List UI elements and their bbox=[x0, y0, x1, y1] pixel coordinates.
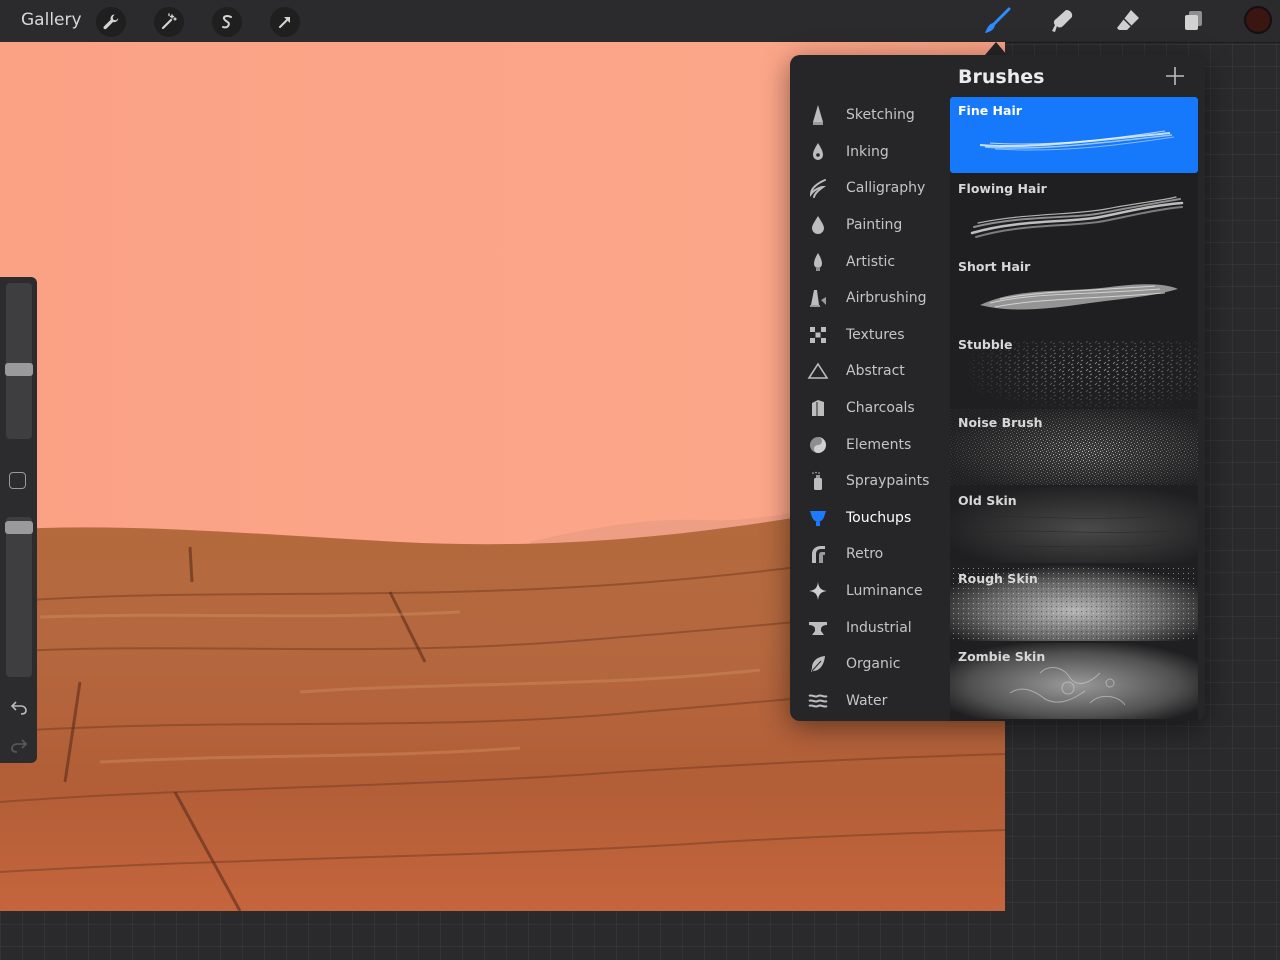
brush-item-old-skin[interactable]: Old Skin bbox=[950, 487, 1198, 563]
checker-texture-icon bbox=[806, 323, 830, 347]
library-item-artistic[interactable]: Artistic bbox=[790, 243, 950, 280]
brushes-panel: Brushes Sketching Inking Calligraphy Pai… bbox=[790, 55, 1205, 721]
add-brush-icon[interactable] bbox=[1164, 65, 1186, 87]
brush-item-zombie-skin[interactable]: Zombie Skin bbox=[950, 643, 1198, 719]
gallery-button[interactable]: Gallery bbox=[21, 10, 82, 30]
library-item-abstract[interactable]: Abstract bbox=[790, 353, 950, 390]
opacity-slider[interactable] bbox=[6, 517, 32, 677]
brush-library-list: Sketching Inking Calligraphy Painting Ar… bbox=[790, 97, 950, 719]
library-item-industrial[interactable]: Industrial bbox=[790, 609, 950, 646]
library-item-painting[interactable]: Painting bbox=[790, 207, 950, 244]
redo-icon[interactable] bbox=[8, 735, 30, 755]
ink-drop-icon bbox=[806, 140, 830, 164]
waves-icon bbox=[806, 689, 830, 713]
brush-icon[interactable] bbox=[980, 5, 1014, 37]
charcoal-icon bbox=[806, 396, 830, 420]
transform-arrow-icon[interactable] bbox=[270, 7, 300, 37]
wrench-icon[interactable] bbox=[96, 7, 126, 37]
pencil-tip-icon bbox=[806, 103, 830, 127]
paint-drop-icon bbox=[806, 213, 830, 237]
panel-pointer bbox=[985, 42, 1007, 55]
calligraphy-stroke-icon bbox=[806, 176, 830, 200]
library-item-sketching[interactable]: Sketching bbox=[790, 97, 950, 134]
undo-icon[interactable] bbox=[8, 697, 30, 717]
brush-item-flowing-hair[interactable]: Flowing Hair bbox=[950, 175, 1198, 251]
library-item-touchups[interactable]: Touchups bbox=[790, 500, 950, 537]
smudge-icon[interactable] bbox=[1045, 5, 1079, 37]
touchup-brush-icon bbox=[806, 506, 830, 530]
library-item-organic[interactable]: Organic bbox=[790, 646, 950, 683]
brush-item-rough-skin[interactable]: Rough Skin bbox=[950, 565, 1198, 641]
eraser-icon[interactable] bbox=[1111, 5, 1145, 37]
brush-item-stubble[interactable]: Stubble bbox=[950, 331, 1198, 407]
library-item-water[interactable]: Water bbox=[790, 683, 950, 720]
selection-s-icon[interactable] bbox=[212, 7, 242, 37]
layers-icon[interactable] bbox=[1176, 5, 1210, 37]
brush-item-noise-brush[interactable]: Noise Brush bbox=[950, 409, 1198, 485]
spray-can-icon bbox=[806, 469, 830, 493]
yin-yang-icon bbox=[806, 433, 830, 457]
opacity-handle[interactable] bbox=[5, 521, 33, 534]
library-item-luminance[interactable]: Luminance bbox=[790, 573, 950, 610]
airbrush-icon bbox=[806, 286, 830, 310]
artistic-brush-icon bbox=[806, 250, 830, 274]
brush-size-slider[interactable] bbox=[6, 283, 32, 439]
library-item-calligraphy[interactable]: Calligraphy bbox=[790, 170, 950, 207]
retro-curve-icon bbox=[806, 542, 830, 566]
library-item-retro[interactable]: Retro bbox=[790, 536, 950, 573]
triangle-icon bbox=[806, 359, 830, 383]
brush-list: Fine Hair Flowing Hair Short Hair Stubbl… bbox=[950, 97, 1198, 721]
modify-button[interactable] bbox=[9, 472, 26, 489]
library-item-elements[interactable]: Elements bbox=[790, 426, 950, 463]
library-item-inking[interactable]: Inking bbox=[790, 134, 950, 171]
brush-item-short-hair[interactable]: Short Hair bbox=[950, 253, 1198, 329]
library-item-airbrushing[interactable]: Airbrushing bbox=[790, 280, 950, 317]
anvil-icon bbox=[806, 616, 830, 640]
panel-title: Brushes bbox=[958, 66, 1045, 88]
color-picker-button[interactable] bbox=[1244, 6, 1272, 34]
library-item-spraypaints[interactable]: Spraypaints bbox=[790, 463, 950, 500]
brush-item-fine-hair[interactable]: Fine Hair bbox=[950, 97, 1198, 173]
magic-wand-icon[interactable] bbox=[154, 7, 184, 37]
sparkle-icon bbox=[806, 579, 830, 603]
brush-size-handle[interactable] bbox=[5, 363, 33, 376]
side-toolbar bbox=[0, 277, 37, 763]
top-toolbar: Gallery bbox=[0, 0, 1280, 43]
library-item-textures[interactable]: Textures bbox=[790, 317, 950, 354]
leaf-icon bbox=[806, 652, 830, 676]
library-item-charcoals[interactable]: Charcoals bbox=[790, 390, 950, 427]
